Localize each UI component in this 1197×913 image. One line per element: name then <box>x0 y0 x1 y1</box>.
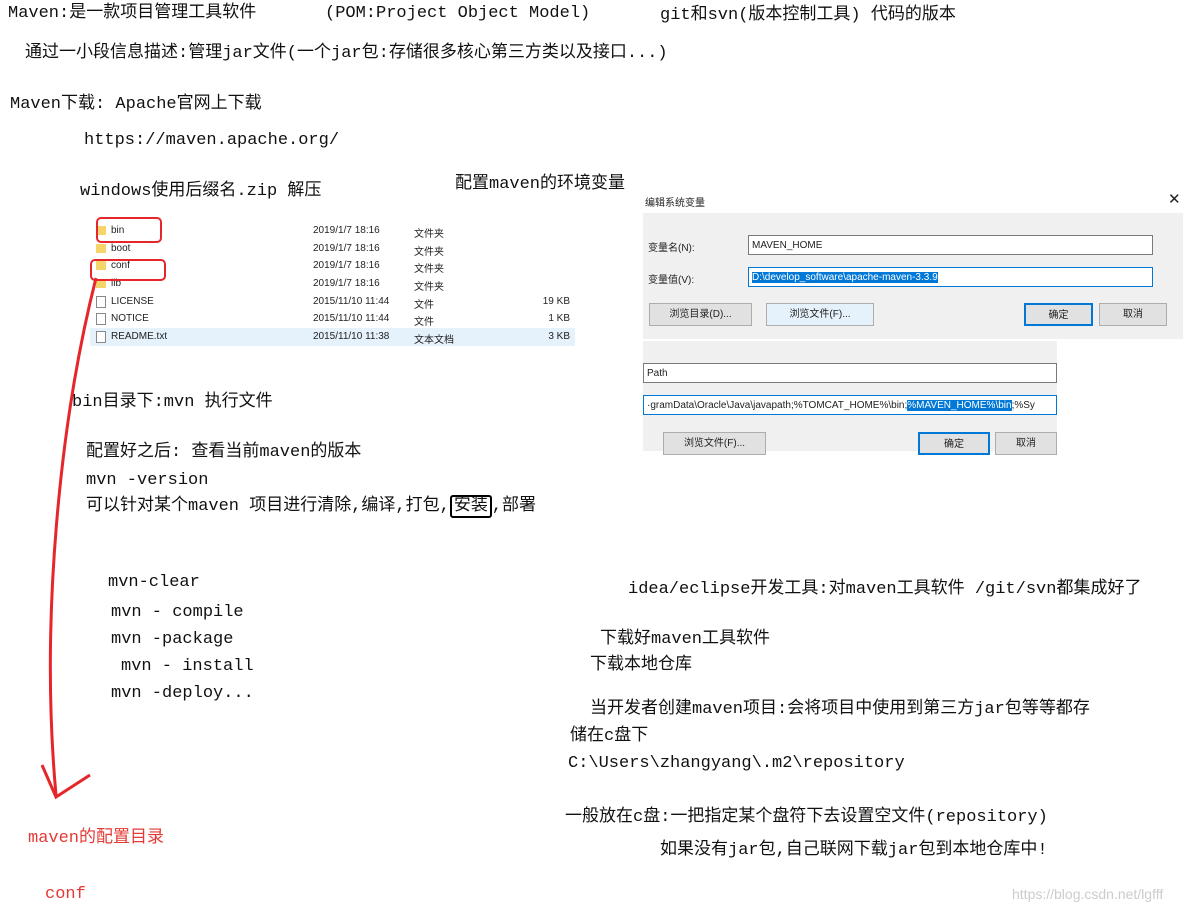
red-arrow <box>40 277 98 800</box>
